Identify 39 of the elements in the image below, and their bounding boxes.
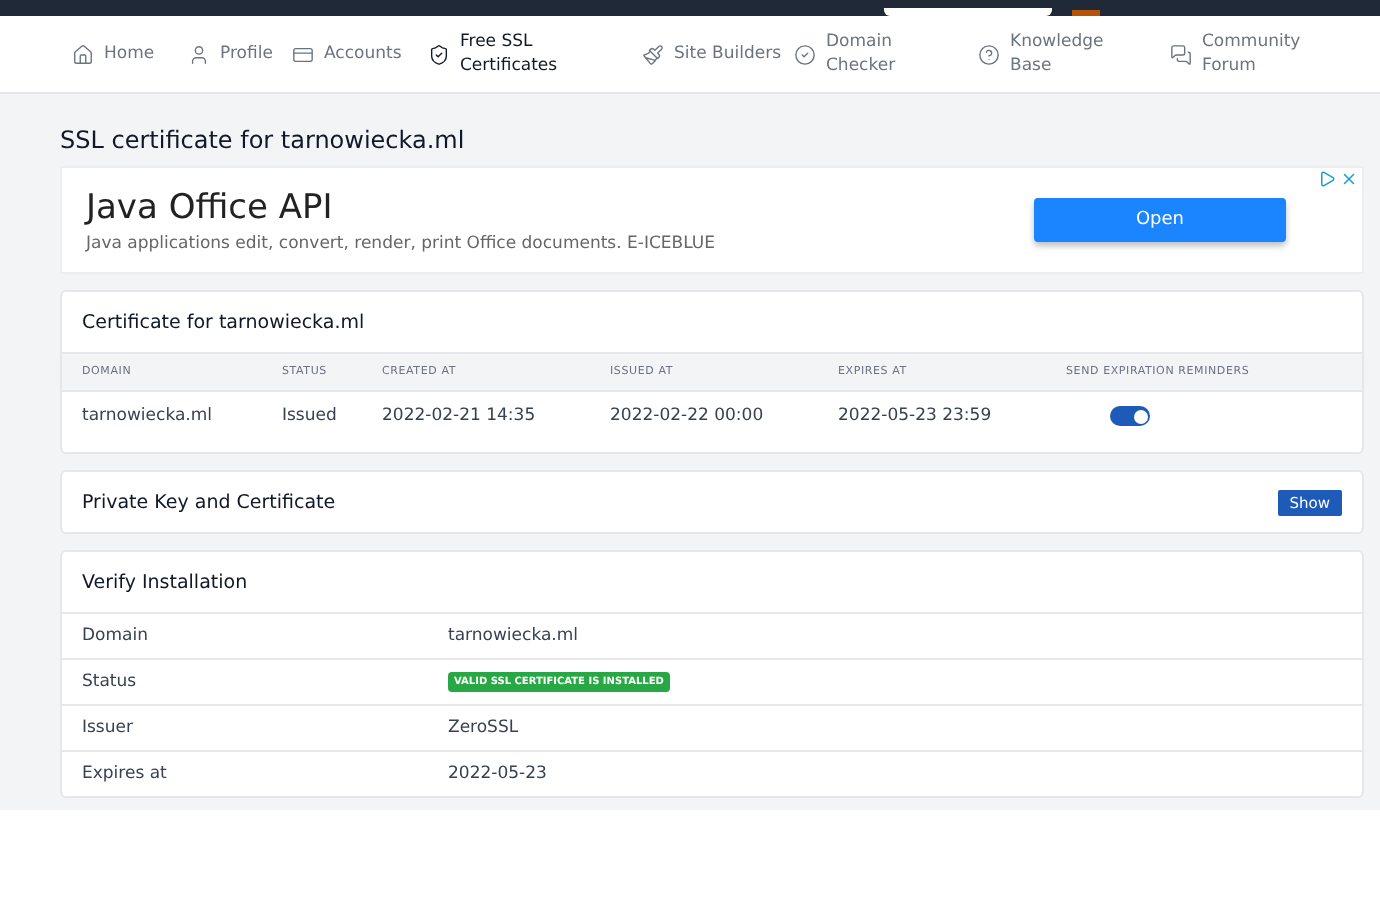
paintbrush-icon: [642, 43, 664, 65]
open-button[interactable]: Open: [1034, 198, 1286, 242]
table-cell-text: Issued: [282, 404, 339, 430]
row-value: tarnowiecka.ml: [448, 626, 581, 646]
ad-title: Java Office API: [86, 187, 335, 227]
card-title: Verify Installation: [82, 571, 248, 593]
ad-choices-icon[interactable]: [1318, 170, 1336, 188]
row-value: 2022-05-23: [448, 764, 549, 784]
home-icon: [72, 43, 94, 65]
nav-link[interactable]: Free SSL Certificates: [428, 30, 588, 78]
nav-link[interactable]: Home: [72, 42, 155, 66]
nav-link[interactable]: Community Forum: [1170, 30, 1330, 78]
nav-link[interactable]: Accounts: [292, 42, 402, 66]
check-circle-icon: [794, 43, 816, 65]
user-icon: [188, 43, 210, 65]
close-icon[interactable]: [1340, 170, 1358, 188]
row-value: ZeroSSL: [448, 718, 521, 738]
row-label: Issuer: [82, 718, 135, 738]
nav-link[interactable]: Domain Checker: [794, 30, 954, 78]
avatar: [1072, 10, 1100, 16]
nav-link[interactable]: Site Builders: [642, 42, 782, 66]
help-icon: [978, 43, 1000, 65]
row-label: Domain: [82, 626, 150, 646]
nav-link[interactable]: Profile: [188, 42, 273, 66]
nav-link[interactable]: Knowledge Base: [978, 30, 1138, 78]
reminder-toggle[interactable]: [1110, 406, 1150, 426]
card-icon: [292, 43, 314, 65]
ad-text: Java applications edit, convert, render, print Office documents. E-ICEBLUE: [86, 233, 715, 253]
card-title: Private Key and Certificate: [82, 491, 336, 513]
table-cell-text: 2022-02-21 14:35: [382, 404, 538, 430]
row-label: Status: [82, 672, 139, 692]
chat-icon: [1170, 43, 1192, 65]
table-cell-text: tarnowiecka.ml: [82, 404, 215, 430]
page-title: SSL certificate for tarnowiecka.ml: [60, 126, 467, 154]
table-cell-text: 2022-05-23 23:59: [838, 404, 994, 430]
table-cell-text: 2022-02-22 00:00: [610, 404, 766, 430]
card-title: Certificate for tarnowiecka.ml: [82, 311, 365, 333]
shield-icon: [428, 43, 450, 65]
row-label: Expires at: [82, 764, 169, 784]
